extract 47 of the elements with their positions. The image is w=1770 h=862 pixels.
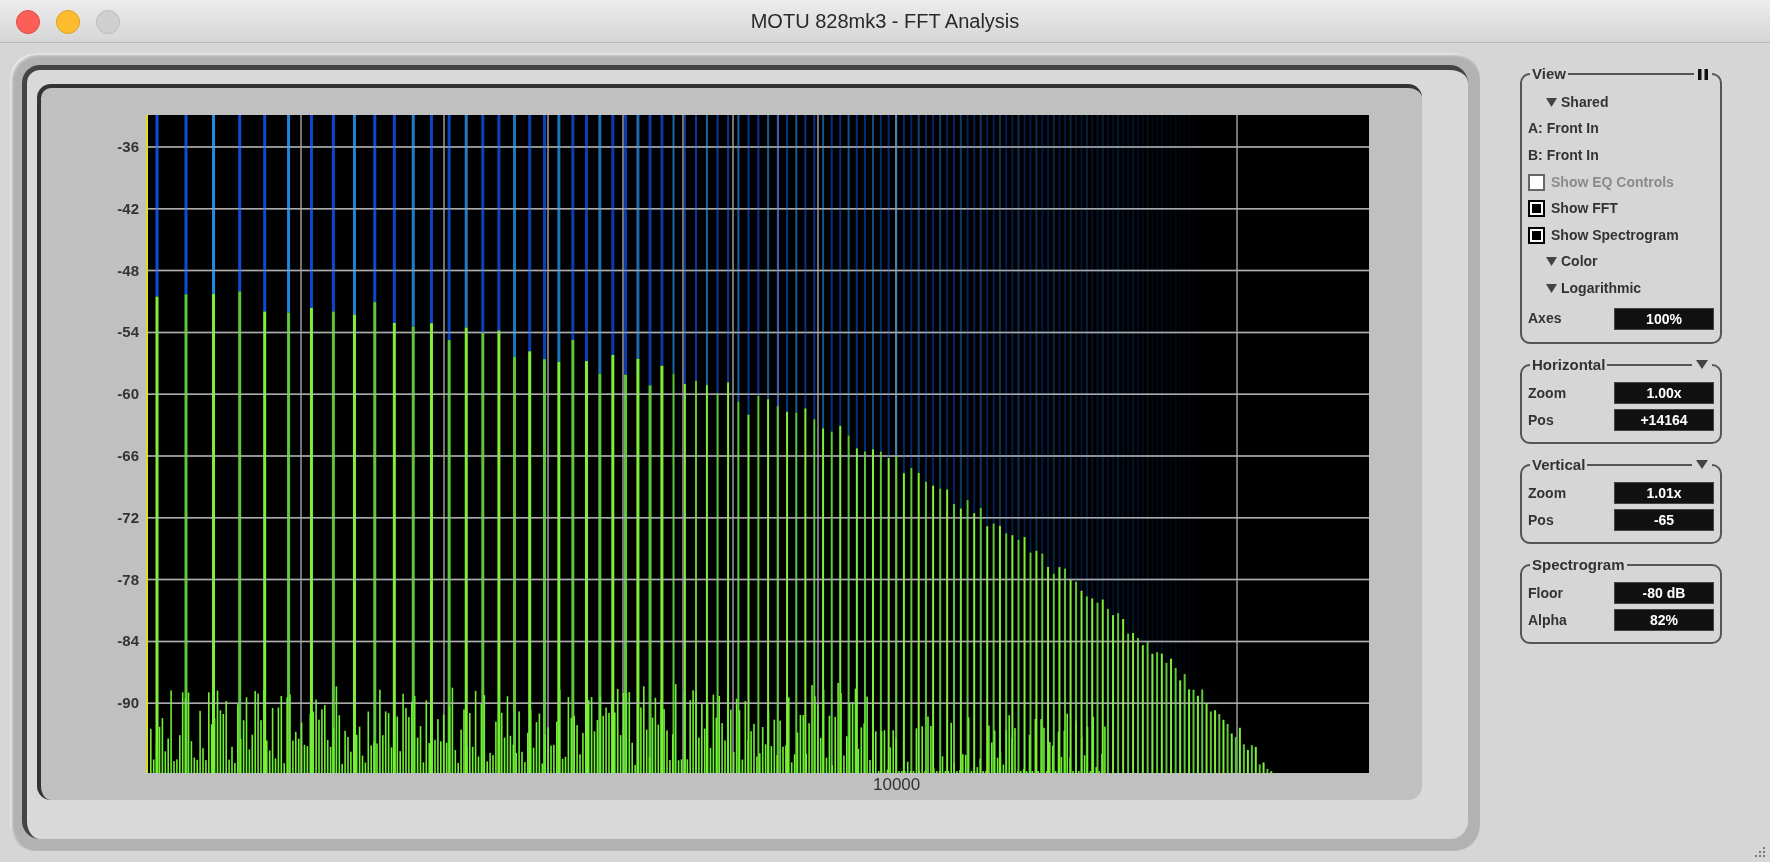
checkbox[interactable] [1528, 200, 1545, 218]
y-axis-label: -36 [117, 139, 139, 154]
y-axis-label: -72 [117, 509, 139, 525]
window-title: MOTU 828mk3 - FFT Analysis [750, 9, 1020, 34]
field-label: Pos [1528, 410, 1554, 430]
field-label: Alpha [1528, 610, 1567, 630]
triangle-icon[interactable] [1696, 459, 1708, 469]
value-field[interactable]: 1.00x [1614, 382, 1714, 405]
triangle-icon[interactable] [1696, 359, 1708, 369]
y-axis-label: -54 [117, 324, 139, 340]
menu-label: Shared [1561, 92, 1609, 112]
triangle-icon [1546, 257, 1557, 267]
source-label: A: Front In [1528, 119, 1599, 139]
value-field[interactable]: +14164 [1614, 409, 1714, 432]
x-axis-label: 10000 [873, 776, 921, 793]
source-label: B: Front In [1528, 146, 1599, 165]
y-axis-label: -84 [117, 633, 139, 649]
triangle-icon [1546, 283, 1557, 293]
value-field[interactable]: -65 [1614, 509, 1714, 532]
y-axis-label: -48 [117, 262, 139, 278]
checkbox-label: Show EQ Controls [1551, 172, 1674, 192]
field-label: Zoom [1528, 483, 1567, 503]
close-button[interactable] [16, 10, 40, 34]
field-label: Floor [1528, 583, 1563, 603]
y-axis-label: -66 [117, 448, 139, 463]
checkbox-label: Show Spectrogram [1551, 225, 1679, 245]
menu-item[interactable]: Logarithmic [1528, 275, 1714, 302]
y-axis-label: -42 [117, 200, 139, 216]
y-axis-label: -78 [117, 571, 139, 587]
field-label: Pos [1528, 510, 1554, 530]
field-label: Axes [1528, 309, 1562, 329]
field-label: Zoom [1528, 383, 1567, 403]
menu-item[interactable]: Shared [1528, 89, 1714, 116]
value-field[interactable]: 100% [1614, 307, 1714, 330]
y-axis-label: -60 [117, 386, 139, 402]
menu-label: Color [1561, 252, 1598, 272]
triangle-icon [1546, 97, 1557, 107]
checkbox[interactable] [1528, 226, 1545, 244]
value-field[interactable]: 82% [1614, 609, 1714, 632]
value-field[interactable]: -80 dB [1614, 582, 1714, 605]
menu-item[interactable]: Color [1528, 248, 1714, 276]
pause-icon[interactable] [1698, 69, 1708, 80]
menu-label: Logarithmic [1561, 278, 1642, 298]
value-field[interactable]: 1.01x [1614, 482, 1714, 505]
resize-grip-icon[interactable] [1754, 846, 1766, 858]
checkbox-label: Show FFT [1551, 199, 1618, 219]
y-axis-label: -90 [117, 695, 139, 711]
